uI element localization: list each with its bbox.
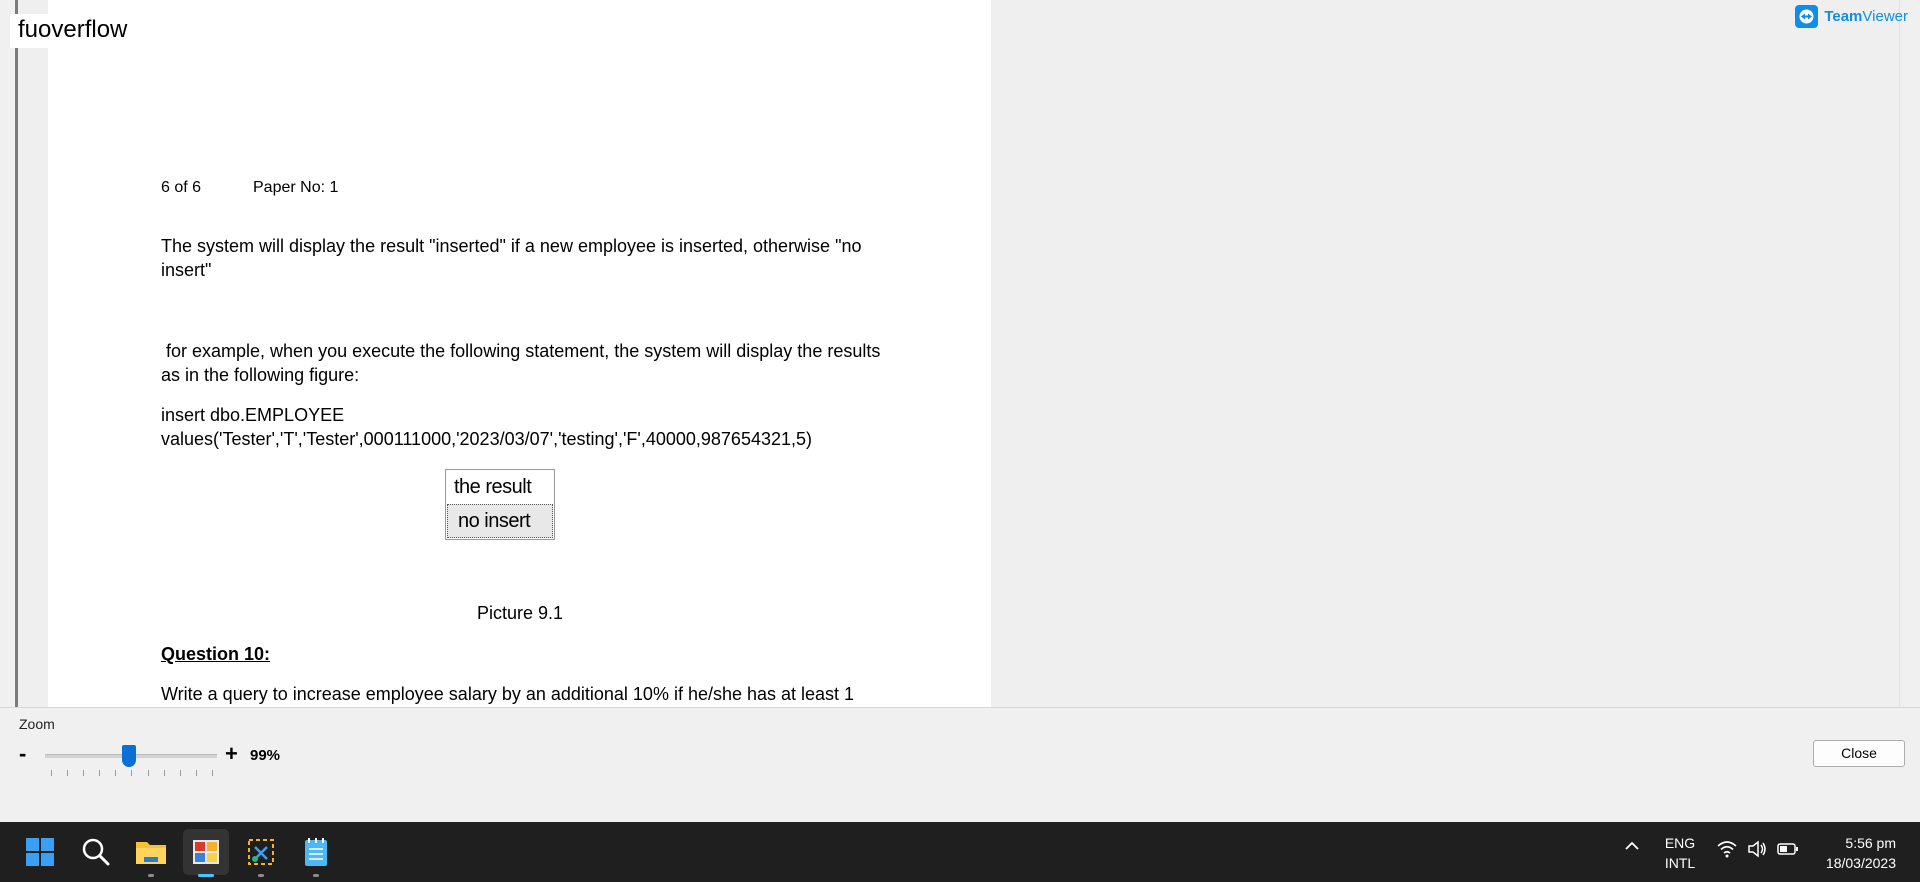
overlay-label: fuoverflow xyxy=(10,14,136,48)
document-scroll-area[interactable]: 6 of 6 Paper No: 1 The system will displ… xyxy=(15,0,1905,707)
result-header: the result xyxy=(454,476,532,498)
paragraph-line: as in the following figure: xyxy=(161,365,360,385)
document-page: 6 of 6 Paper No: 1 The system will displ… xyxy=(48,0,991,707)
question-title: Question 10: xyxy=(161,644,271,664)
paragraph-line: The system will display the result "inse… xyxy=(161,236,862,256)
taskbar: ENG INTL 5:56 pm 18/03/2023 xyxy=(0,822,1920,882)
active-indicator xyxy=(198,874,214,877)
zoom-slider-thumb[interactable] xyxy=(122,745,136,767)
zoom-in-button[interactable]: + xyxy=(225,741,238,767)
running-indicator xyxy=(148,874,154,877)
teamviewer-label: TeamViewer xyxy=(1824,8,1908,25)
paragraph-line: for example, when you execute the follow… xyxy=(161,341,881,361)
paper-number: Paper No: 1 xyxy=(253,179,339,196)
clock[interactable]: 5:56 pm 18/03/2023 xyxy=(1826,833,1896,873)
notepad-icon[interactable] xyxy=(298,834,334,877)
teamviewer-badge[interactable]: TeamViewer xyxy=(1795,5,1908,28)
chevron-up-icon[interactable] xyxy=(1624,838,1640,859)
zoom-value: 99% xyxy=(250,747,281,764)
result-cell: no insert xyxy=(447,504,553,538)
snipping-tool-icon[interactable] xyxy=(243,834,279,877)
windows-start-icon[interactable] xyxy=(22,834,58,870)
wifi-icon xyxy=(1717,841,1737,858)
page-number: 6 of 6 xyxy=(161,179,202,196)
system-tray[interactable] xyxy=(1717,840,1799,858)
running-indicator xyxy=(258,874,264,877)
left-border xyxy=(15,0,18,707)
paragraph-line: insert" xyxy=(161,260,212,280)
keyboard-layout: INTL xyxy=(1664,855,1696,871)
photo-viewer-icon[interactable] xyxy=(188,834,224,877)
running-indicator xyxy=(313,874,319,877)
result-figure: the result no insert xyxy=(445,469,555,540)
zoom-slider-ticks xyxy=(51,770,213,776)
code-line: insert dbo.EMPLOYEE xyxy=(161,405,345,425)
zoom-out-button[interactable]: - xyxy=(19,741,26,767)
vertical-scrollbar[interactable] xyxy=(1899,0,1905,707)
close-button[interactable]: Close xyxy=(1813,740,1905,767)
language-code: ENG xyxy=(1664,835,1696,851)
document-viewer: 6 of 6 Paper No: 1 The system will displ… xyxy=(0,0,1920,823)
battery-icon xyxy=(1777,843,1798,855)
question-text: Write a query to increase employee salar… xyxy=(161,684,855,704)
zoom-title: Zoom xyxy=(19,716,55,732)
file-explorer-icon[interactable] xyxy=(133,834,169,877)
search-icon[interactable] xyxy=(78,834,114,870)
zoom-panel: Zoom - + 99% Close xyxy=(0,707,1920,823)
teamviewer-icon xyxy=(1795,5,1819,28)
clock-time: 5:56 pm xyxy=(1845,835,1896,851)
language-indicator[interactable]: ENG INTL xyxy=(1660,833,1700,873)
volume-icon xyxy=(1748,840,1766,858)
figure-caption: Picture 9.1 xyxy=(477,603,564,623)
clock-date: 18/03/2023 xyxy=(1825,855,1896,871)
code-line: values('Tester','T','Tester',000111000,'… xyxy=(161,429,812,449)
